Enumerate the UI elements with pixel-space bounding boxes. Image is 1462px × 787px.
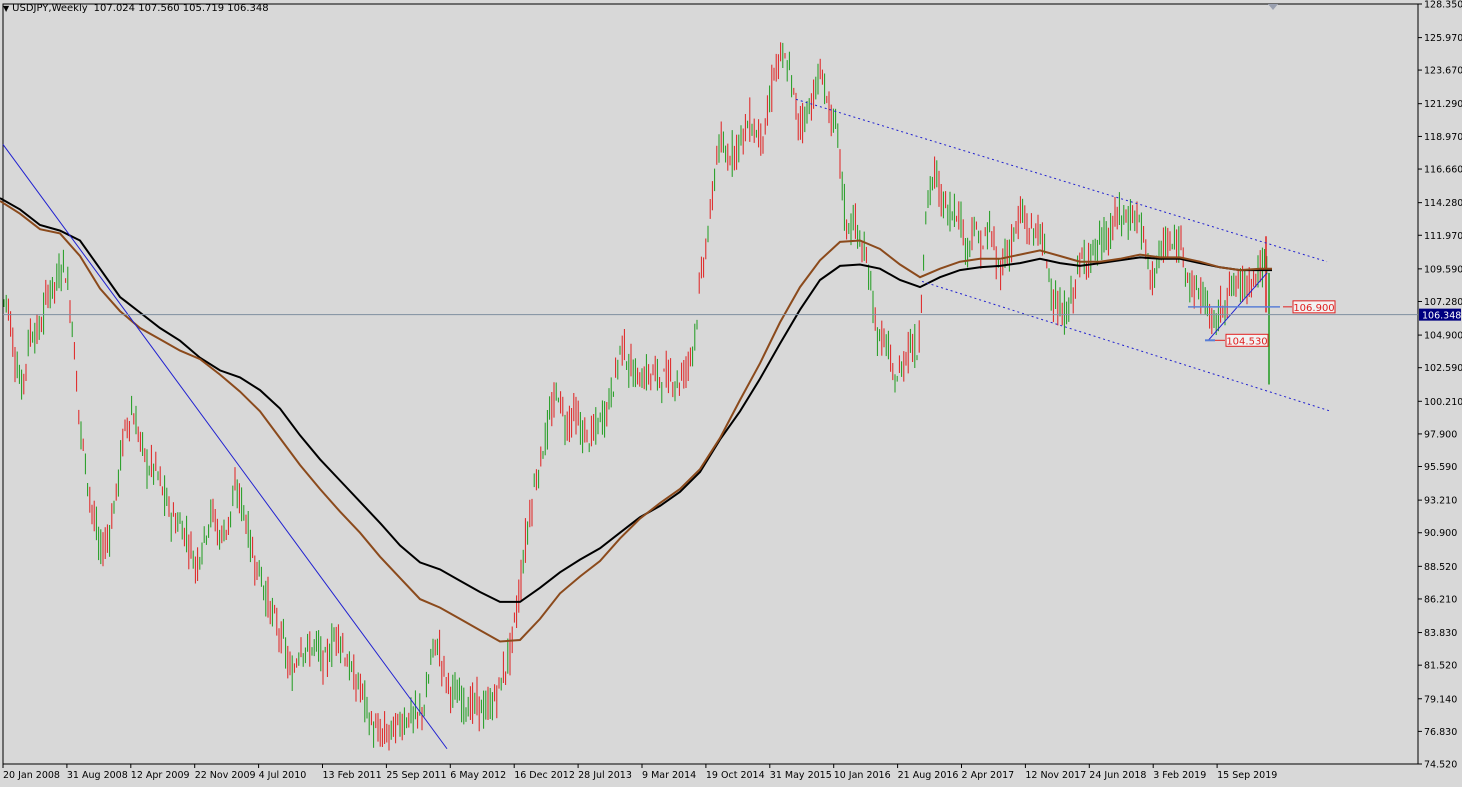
x-tick-label: 9 Mar 2014 (642, 770, 696, 781)
y-tick-label: 81.520 (1424, 661, 1457, 672)
chart-area[interactable]: 128.350 125.970 123.670 121.290 118.970 116.6… (0, 0, 1462, 787)
x-tick-label: 4 Jul 2010 (259, 770, 307, 781)
x-tick-label: 25 Sep 2011 (386, 770, 446, 781)
current-price-label: 106.348 (1422, 311, 1461, 322)
x-tick-label: 31 May 2015 (770, 770, 832, 781)
x-tick-label: 12 Nov 2017 (1025, 770, 1086, 781)
x-tick-label: 2 Apr 2017 (962, 770, 1015, 781)
level-label-upper: 106.900 (1293, 303, 1334, 314)
y-tick-label: 97.900 (1424, 429, 1457, 440)
y-tick-label: 121.290 (1424, 99, 1462, 110)
x-tick-label: 12 Apr 2009 (131, 770, 190, 781)
y-tick-label: 109.590 (1424, 264, 1462, 275)
y-tick-label: 104.900 (1424, 331, 1462, 342)
x-tick-label: 10 Jan 2016 (834, 770, 891, 781)
y-tick-label: 118.970 (1424, 132, 1462, 143)
x-tick-label: 22 Nov 2009 (195, 770, 256, 781)
candles (3, 42, 1268, 751)
y-tick-label: 114.280 (1424, 198, 1462, 209)
y-tick-label: 123.670 (1424, 66, 1462, 77)
y-tick-label: 125.970 (1424, 33, 1462, 44)
price-chart[interactable]: 128.350 125.970 123.670 121.290 118.970 116.6… (0, 0, 1462, 787)
y-tick-label: 90.900 (1424, 528, 1457, 539)
y-tick-label: 79.140 (1424, 694, 1457, 705)
y-tick-label: 83.830 (1424, 628, 1457, 639)
trendline-down[interactable] (2, 144, 448, 750)
channel-upper-line[interactable] (795, 98, 1328, 263)
y-tick-label: 111.970 (1424, 231, 1462, 242)
y-tick-label: 107.280 (1424, 297, 1462, 308)
x-tick-label: 6 May 2012 (450, 770, 506, 781)
y-tick-label: 116.660 (1424, 165, 1462, 176)
x-tick-label: 24 Jun 2018 (1089, 770, 1146, 781)
y-tick-label: 128.350 (1424, 0, 1462, 11)
x-tick-label: 20 Jan 2008 (3, 770, 60, 781)
x-tick-label: 16 Dec 2012 (514, 770, 575, 781)
y-tick-label: 76.830 (1424, 727, 1457, 738)
x-tick-label: 31 Aug 2008 (67, 770, 128, 781)
y-tick-label: 74.520 (1424, 760, 1457, 771)
plot-frame (2, 3, 1419, 765)
symbol-timeframe: USDJPY,Weekly (12, 3, 88, 14)
x-tick-label: 13 Feb 2011 (323, 770, 382, 781)
ohlc-readout: 107.024 107.560 105.719 106.348 (93, 3, 269, 14)
chart-header: ▼ USDJPY,Weekly 107.024 107.560 105.719 10… (3, 3, 269, 14)
ma-fast-line (0, 200, 1272, 643)
y-tick-label: 93.210 (1424, 496, 1457, 507)
dropdown-triangle-icon[interactable]: ▼ (3, 4, 9, 13)
y-tick-label: 100.210 (1424, 397, 1462, 408)
x-tick-label: 15 Sep 2019 (1217, 770, 1277, 781)
y-tick-label: 86.210 (1424, 594, 1457, 605)
x-tick-label: 28 Jul 2013 (578, 770, 632, 781)
x-tick-label: 3 Feb 2019 (1153, 770, 1206, 781)
y-tick-label: 88.520 (1424, 562, 1457, 573)
x-tick-label: 21 Aug 2016 (898, 770, 959, 781)
y-tick-label: 95.590 (1424, 462, 1457, 473)
chart-shift-marker-icon[interactable] (1268, 4, 1278, 10)
x-tick-label: 19 Oct 2014 (706, 770, 765, 781)
y-tick-label: 102.590 (1424, 363, 1462, 374)
level-label-lower: 104.530 (1226, 336, 1267, 347)
